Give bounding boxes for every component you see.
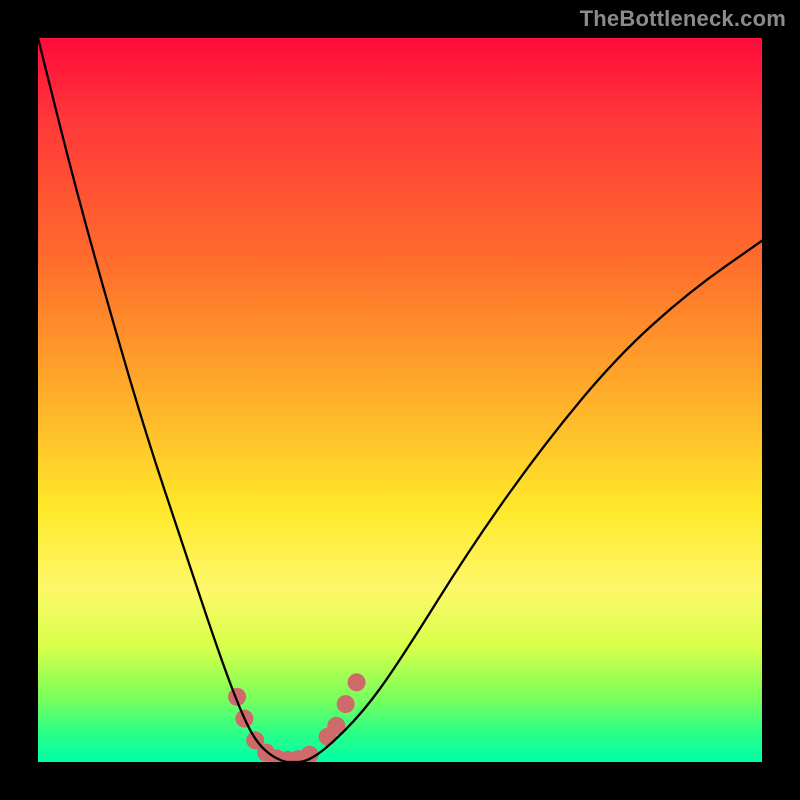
chart-svg <box>38 38 762 762</box>
chart-curve <box>38 38 762 762</box>
chart-frame: TheBottleneck.com <box>0 0 800 800</box>
chart-marker-layer <box>228 673 365 762</box>
chart-data-marker <box>348 673 366 691</box>
chart-plot-area <box>38 38 762 762</box>
chart-data-marker <box>337 695 355 713</box>
watermark-text: TheBottleneck.com <box>580 6 786 32</box>
